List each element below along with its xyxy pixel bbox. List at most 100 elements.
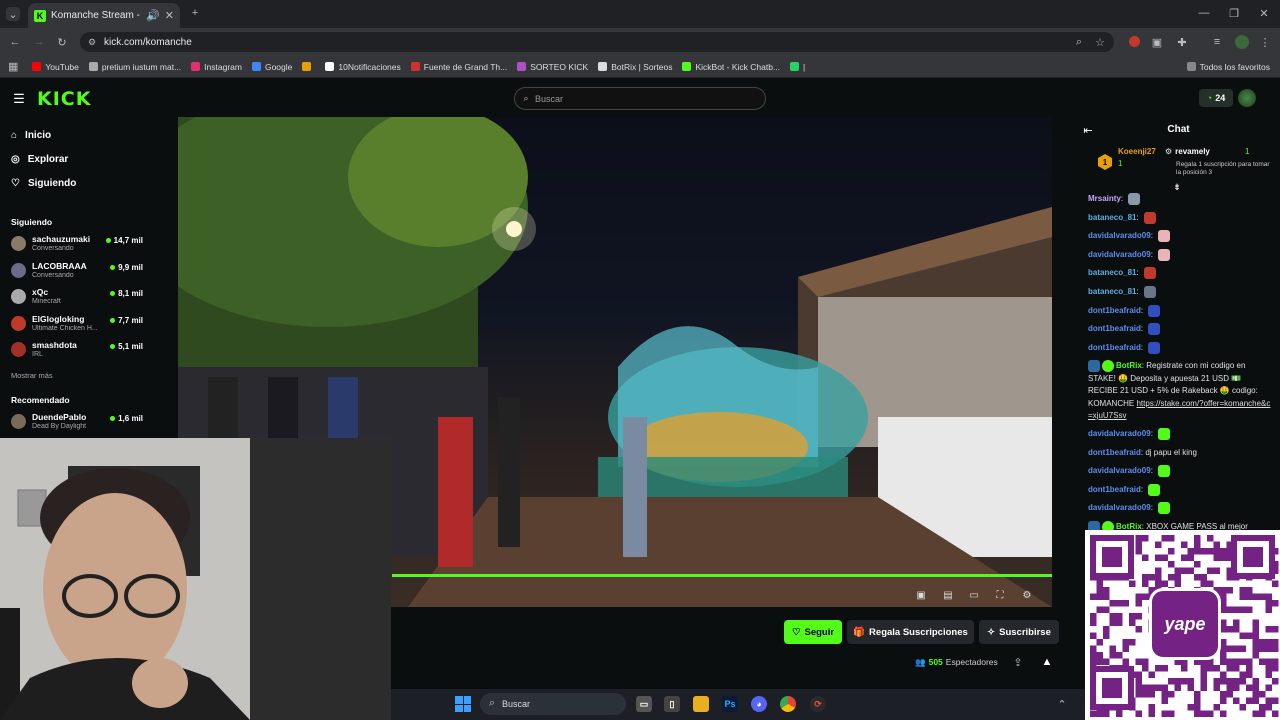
bookmark-item[interactable]: BotRix | Sorteos (598, 62, 672, 72)
speaker-icon[interactable]: 🔊 (146, 9, 160, 22)
chat-title: Chat (1167, 124, 1190, 135)
app-icon[interactable]: ▯ (664, 696, 680, 712)
browser-tab[interactable]: K Komanche Stream - Watch 🔊 ✕ (28, 3, 180, 28)
site-info-icon[interactable]: ⚙ (86, 36, 98, 48)
channel-item[interactable]: smashdota IRL 5,1 mil (11, 340, 146, 366)
kick-logo[interactable]: KICK (37, 88, 91, 110)
theater-mode-icon[interactable]: ▣ (914, 589, 928, 601)
avatar (11, 262, 26, 278)
miniplayer-icon[interactable]: ▭ (967, 589, 981, 601)
windows-start-icon[interactable] (455, 696, 471, 712)
media-icon[interactable]: ≡ (1210, 35, 1224, 49)
profile-avatar-icon[interactable] (1235, 35, 1249, 49)
channel-name: DuendePablo (32, 412, 87, 422)
discord-icon[interactable]: ◕ (751, 696, 767, 712)
chat-username[interactable]: dont1beafraid (1088, 485, 1141, 494)
chat-username[interactable]: bataneco_81 (1088, 213, 1136, 222)
bookmark-item[interactable]: KickBot - Kick Chatb... (682, 62, 780, 72)
avatar (11, 342, 26, 357)
chat-username[interactable]: dont1beafraid (1088, 343, 1141, 352)
maximize-icon[interactable]: ❐ (1228, 7, 1240, 20)
chat-username[interactable]: dont1beafraid (1088, 324, 1141, 333)
bookmark-item[interactable]: SORTEO KICK (517, 62, 588, 72)
hamburger-menu-icon[interactable]: ☰ (12, 91, 26, 106)
channel-category: Ultimate Chicken H... (32, 324, 98, 332)
bookmark-favicon-icon (682, 62, 692, 71)
top-gifter-2[interactable]: ⚙ revamely (1165, 147, 1210, 156)
live-dot-icon (110, 317, 116, 323)
bookmark-item[interactable]: YouTube (32, 62, 79, 72)
chat-username[interactable]: bataneco_81 (1088, 287, 1136, 296)
bookmark-item[interactable]: Google (251, 62, 292, 72)
reload-icon[interactable]: ↻ (55, 35, 69, 49)
all-bookmarks[interactable]: Todos los favoritos (1186, 62, 1270, 72)
bookmark-item[interactable]: | (790, 62, 805, 72)
bookmark-item[interactable]: 10Notificaciones (325, 62, 401, 72)
taskbar-search[interactable]: ⌕ Buscar (480, 693, 626, 715)
menu-kebab-icon[interactable]: ⋮ (1259, 35, 1271, 49)
photoshop-icon[interactable]: Ps (722, 696, 738, 712)
search-input[interactable]: ⌕ Buscar (514, 87, 766, 110)
tab-search-icon[interactable]: ⌄ (6, 7, 20, 21)
puzzle-icon[interactable]: ✚ (1175, 35, 1189, 49)
clip-icon[interactable]: ▤ (941, 589, 955, 601)
bot-message: BotRix: Registrate con mi codigo en STAK… (1088, 360, 1271, 421)
nav-siguiendo[interactable]: ♡ Siguiendo (11, 178, 76, 189)
settings-gear-icon[interactable]: ⚙ (1020, 589, 1034, 601)
report-icon[interactable]: ▲ (1041, 656, 1053, 668)
chat-username[interactable]: dont1beafraid (1088, 448, 1141, 457)
user-avatar[interactable] (1238, 89, 1256, 107)
share-icon[interactable]: ⇪ (1012, 656, 1024, 669)
chat-username[interactable]: bataneco_81 (1088, 269, 1136, 278)
chat-username[interactable]: davidalvarado09 (1088, 466, 1151, 475)
nav-inicio[interactable]: ⌂ Inicio (11, 130, 51, 141)
chat-username[interactable]: Mrsainty (1088, 194, 1121, 203)
channel-item[interactable]: LACOBRAAA Conversando 9,9 mil (11, 261, 146, 287)
bookmark-item[interactable]: Instagram (191, 62, 242, 72)
task-view-icon[interactable]: ▭ (636, 696, 652, 712)
channel-item[interactable]: DuendePablo Dead By Daylight 1,6 mil (11, 412, 146, 438)
show-more-link[interactable]: Mostrar más (11, 371, 53, 380)
minimize-icon[interactable]: — (1198, 7, 1210, 19)
chat-username[interactable]: davidalvarado09 (1088, 503, 1151, 512)
tab-close-icon[interactable]: ✕ (165, 9, 174, 22)
bookmark-star-icon[interactable]: ☆ (1093, 35, 1107, 49)
expand-pinned-icon[interactable]: ⇟ (1172, 182, 1182, 192)
nav-explorar[interactable]: ◎ Explorar (11, 154, 68, 165)
channel-name: ElGlogloking (32, 313, 85, 324)
bookmark-item[interactable]: Fuente de Grand Th... (410, 62, 507, 72)
window-close-icon[interactable]: ✕ (1258, 7, 1270, 20)
file-explorer-icon[interactable] (693, 696, 709, 712)
bookmark-item[interactable]: pretium iustum mat... (88, 62, 181, 72)
back-icon[interactable]: ← (8, 35, 22, 49)
channel-item[interactable]: sachauzumaki Conversando 14,7 mil (11, 234, 146, 260)
address-bar[interactable]: ⚙ kick.com/komanche (80, 32, 1114, 52)
chat-username[interactable]: dont1beafraid (1088, 306, 1141, 315)
forward-icon[interactable]: → (32, 35, 46, 49)
gift-subs-button[interactable]: 🎁 Regala Suscripciones (847, 620, 974, 644)
bookmark-item[interactable] (302, 62, 315, 71)
apps-grid-icon[interactable]: ▦ (8, 60, 18, 73)
tray-chevron-icon[interactable]: ⌃ (1056, 698, 1068, 711)
chat-username[interactable]: davidalvarado09 (1088, 429, 1151, 438)
zoom-icon[interactable]: ⌕ (1072, 35, 1086, 49)
extension-2-icon[interactable]: ▣ (1150, 35, 1164, 49)
app-2-icon[interactable]: ⟳ (810, 696, 826, 712)
channel-item[interactable]: xQc Minecraft 8,1 mil (11, 287, 146, 313)
video-progress-bar[interactable] (392, 574, 1052, 577)
gift-prompt-text: Regala 1 suscripción para tomar la posic… (1176, 161, 1270, 176)
url-text: kick.com/komanche (104, 36, 192, 48)
extension-icon[interactable] (1129, 36, 1140, 47)
channel-item[interactable]: ElGlogloking Ultimate Chicken H... 7,7 mil (11, 314, 146, 340)
chrome-icon[interactable] (780, 696, 796, 712)
channel-points[interactable]: ◔ 24 (1199, 89, 1233, 107)
top-gifter-1-name[interactable]: Koeenji27 (1118, 147, 1156, 156)
kick-favicon-icon: K (34, 9, 46, 22)
subscribe-button[interactable]: ✧ Suscribirse (979, 620, 1059, 644)
new-tab-icon[interactable]: + (189, 7, 201, 19)
chat-username[interactable]: davidalvarado09 (1088, 231, 1151, 240)
fullscreen-icon[interactable]: ⛶ (993, 589, 1007, 601)
chat-username[interactable]: davidalvarado09 (1088, 250, 1151, 259)
follow-button[interactable]: ♡ Seguir (784, 620, 842, 644)
emote-icon (1158, 428, 1171, 440)
